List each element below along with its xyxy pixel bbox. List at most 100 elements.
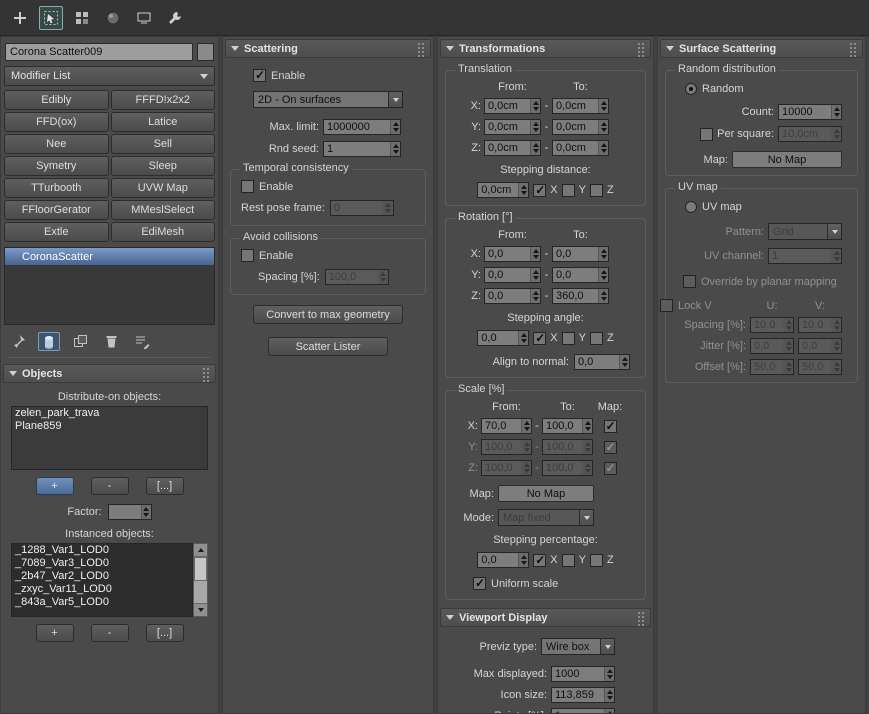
translation-x-to-field[interactable]: 0,0cm: [552, 98, 609, 114]
modifier-button[interactable]: Sleep: [111, 156, 216, 176]
list-item[interactable]: _843a_Var5_LOD0: [12, 596, 192, 609]
spinner-arrows[interactable]: [530, 289, 540, 303]
spinner-arrows[interactable]: [831, 360, 841, 374]
spinner-arrows[interactable]: [783, 360, 793, 374]
spinner-arrows[interactable]: [530, 120, 540, 134]
uv-channel-field[interactable]: 1: [768, 248, 842, 264]
modifier-button[interactable]: EdiMesh: [111, 222, 216, 242]
rollout-grip[interactable]: [203, 367, 210, 381]
max-displayed-field[interactable]: 1000: [551, 666, 615, 682]
panel-splitter[interactable]: [9, 357, 210, 358]
scatter-lister-button[interactable]: Scatter Lister: [268, 337, 388, 356]
points-field[interactable]: 1: [551, 708, 615, 714]
configure-modifier-sets-icon[interactable]: [131, 332, 153, 351]
spinner-arrows[interactable]: [530, 99, 540, 113]
spinner-arrows[interactable]: [582, 440, 592, 454]
scatter-grid-icon[interactable]: [70, 6, 94, 30]
scroll-thumb[interactable]: [194, 557, 207, 581]
spinner-arrows[interactable]: [521, 440, 531, 454]
step-y-checkbox[interactable]: [562, 332, 575, 345]
spinner-arrows[interactable]: [390, 142, 400, 156]
spinner-arrows[interactable]: [598, 120, 608, 134]
translation-y-from-field[interactable]: 0,0cm: [484, 119, 541, 135]
scale-y-from-field[interactable]: 100,0: [481, 439, 532, 455]
show-end-result-icon[interactable]: [38, 332, 60, 351]
plus-icon[interactable]: [8, 6, 32, 30]
translation-y-to-field[interactable]: 0,0cm: [552, 119, 609, 135]
stepping-angle-field[interactable]: 0,0: [477, 330, 529, 346]
scroll-down-arrow[interactable]: [194, 603, 207, 616]
instanced-objects-list[interactable]: _1288_Var1_LOD0 _7089_Var3_LOD0 _2b47_Va…: [11, 543, 193, 617]
random-radio[interactable]: [685, 83, 697, 95]
rollout-grip[interactable]: [850, 42, 857, 56]
factor-field[interactable]: [108, 504, 152, 520]
scale-x-to-field[interactable]: 100,0: [542, 418, 593, 434]
per-square-field[interactable]: 10,0cm: [778, 126, 842, 142]
spinner-arrows[interactable]: [831, 318, 841, 332]
step-x-checkbox[interactable]: [533, 184, 546, 197]
step-z-checkbox[interactable]: [590, 184, 603, 197]
spinner-arrows[interactable]: [390, 120, 400, 134]
step-z-checkbox[interactable]: [590, 554, 603, 567]
viewport-display-rollout-header[interactable]: Viewport Display: [440, 608, 651, 627]
stack-item-selected[interactable]: CoronaScatter: [5, 248, 214, 265]
modifier-list-dropdown[interactable]: Modifier List: [4, 66, 215, 86]
remove-distribute-object-button[interactable]: -: [91, 477, 129, 495]
spinner-arrows[interactable]: [619, 355, 629, 369]
rollout-grip[interactable]: [638, 611, 645, 625]
avoid-enable-checkbox[interactable]: [241, 249, 254, 262]
add-instanced-object-button[interactable]: +: [36, 624, 74, 642]
rotation-y-from-field[interactable]: 0,0: [484, 267, 541, 283]
uv-spacing-v-field[interactable]: 10,0: [798, 317, 842, 333]
uv-spacing-u-field[interactable]: 10,0: [750, 317, 794, 333]
temporal-enable-checkbox[interactable]: [241, 180, 254, 193]
scale-z-to-field[interactable]: 100,0: [542, 460, 593, 476]
spinner-arrows[interactable]: [598, 99, 608, 113]
override-planar-mapping-checkbox[interactable]: [683, 275, 696, 288]
spinner-arrows[interactable]: [521, 461, 531, 475]
lock-uv-checkbox[interactable]: [660, 299, 673, 312]
spinner-arrows[interactable]: [518, 331, 528, 345]
spinner-arrows[interactable]: [831, 127, 841, 141]
rotation-z-from-field[interactable]: 0,0: [484, 288, 541, 304]
scale-y-to-field[interactable]: 100,0: [542, 439, 593, 455]
pin-stack-icon[interactable]: [7, 332, 29, 351]
spinner-arrows[interactable]: [783, 318, 793, 332]
spinner-arrows[interactable]: [604, 709, 614, 714]
spinner-arrows[interactable]: [598, 289, 608, 303]
scale-x-map-checkbox[interactable]: [604, 420, 617, 433]
select-object-icon[interactable]: [39, 6, 63, 30]
sphere-icon[interactable]: [101, 6, 125, 30]
uv-offset-v-field[interactable]: 50,0: [798, 359, 842, 375]
scattering-enable-checkbox[interactable]: [253, 69, 266, 82]
make-unique-icon[interactable]: [69, 332, 91, 351]
scale-mode-dropdown[interactable]: Map fixed: [498, 509, 594, 526]
uv-map-radio[interactable]: [685, 201, 697, 213]
list-item[interactable]: _1288_Var1_LOD0: [12, 544, 192, 557]
spinner-arrows[interactable]: [530, 141, 540, 155]
spinner-arrows[interactable]: [530, 268, 540, 282]
uv-jitter-v-field[interactable]: 0,0: [798, 338, 842, 354]
modifier-button[interactable]: MMeslSelect: [111, 200, 216, 220]
add-distribute-object-button[interactable]: +: [36, 477, 74, 495]
spinner-arrows[interactable]: [530, 247, 540, 261]
modifier-button[interactable]: FFloorGerator: [4, 200, 109, 220]
step-x-checkbox[interactable]: [533, 554, 546, 567]
spinner-arrows[interactable]: [831, 249, 841, 263]
scale-x-from-field[interactable]: 70,0: [481, 418, 532, 434]
step-y-checkbox[interactable]: [562, 184, 575, 197]
spinner-arrows[interactable]: [831, 339, 841, 353]
rnd-seed-field[interactable]: 1: [323, 141, 401, 157]
scale-z-map-checkbox[interactable]: [604, 462, 617, 475]
spinner-arrows[interactable]: [604, 688, 614, 702]
stepping-percentage-field[interactable]: 0,0: [477, 552, 529, 568]
rotation-y-to-field[interactable]: 0,0: [552, 267, 609, 283]
spinner-arrows[interactable]: [518, 183, 528, 197]
wrench-icon[interactable]: [163, 6, 187, 30]
rest-pose-field[interactable]: 0: [330, 200, 394, 216]
rollout-grip[interactable]: [418, 42, 425, 56]
spinner-arrows[interactable]: [521, 419, 531, 433]
transformations-rollout-header[interactable]: Transformations: [440, 39, 651, 58]
count-field[interactable]: 10000: [778, 104, 842, 120]
modifier-button[interactable]: Latice: [111, 112, 216, 132]
